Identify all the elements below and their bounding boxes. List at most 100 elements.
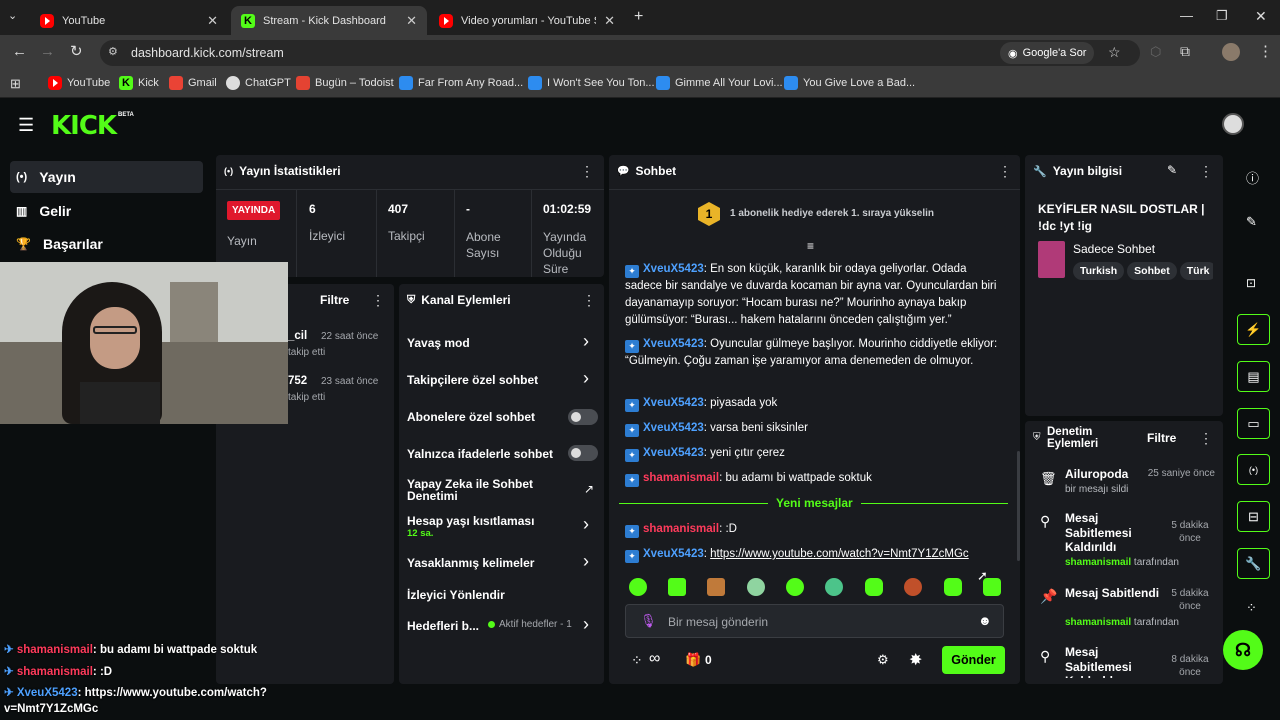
kick-logo[interactable]: KICK: [51, 111, 117, 141]
gift-box-icon[interactable]: 🎁: [685, 652, 701, 668]
mod-log-moderator[interactable]: shamanismail: [1065, 557, 1131, 568]
microphone-icon[interactable]: 🎙: [640, 613, 657, 629]
mod-log-entry[interactable]: Mesaj Sabitlemesi Kaldırıldı 5 dakika ön…: [1040, 511, 1215, 573]
emote-icon[interactable]: [629, 578, 647, 596]
filter-button[interactable]: Filtre: [1147, 431, 1176, 445]
chevron-right-icon[interactable]: ›: [583, 514, 589, 535]
tools-panel-button[interactable]: 🔧: [1237, 548, 1270, 579]
more-options-icon[interactable]: ⋮: [580, 163, 594, 180]
followers-only-row[interactable]: Takipçilere özel sohbet: [407, 373, 538, 387]
sidebar-item-basarilar[interactable]: 🏆 Başarılar: [10, 228, 203, 260]
quick-action-lightning-button[interactable]: ⚡: [1237, 314, 1270, 345]
bookmark-gmail[interactable]: Gmail: [169, 76, 217, 90]
new-tab-icon[interactable]: +: [634, 8, 643, 26]
support-headset-button[interactable]: ☊: [1223, 630, 1263, 670]
close-tab-icon[interactable]: ✕: [207, 13, 218, 29]
emote-icon[interactable]: [668, 578, 686, 596]
ai-moderation-row[interactable]: Yapay Zeka ile Sohbet Denetimi: [407, 478, 547, 502]
goals-row[interactable]: Hedefleri b...: [407, 619, 479, 633]
notes-button[interactable]: ▤: [1237, 361, 1270, 392]
chat-message[interactable]: ✦ XveuX5423: piyasada yok: [625, 395, 1005, 412]
edit-pencil-icon[interactable]: ✎: [1167, 163, 1177, 177]
chat-username[interactable]: shamanismail: [643, 472, 719, 484]
close-tab-icon[interactable]: ✕: [604, 13, 615, 29]
chat-username[interactable]: XveuX5423: [643, 422, 704, 434]
hamburger-menu-icon[interactable]: ☰: [18, 115, 34, 136]
screenshot-icon[interactable]: ⊡: [1246, 276, 1256, 290]
edit-pencil-icon[interactable]: ✎: [1246, 214, 1257, 230]
reload-icon[interactable]: ↻: [70, 42, 83, 60]
forward-icon[interactable]: →: [40, 43, 55, 60]
bookmark-song-2[interactable]: I Won't See You Ton...: [528, 76, 655, 90]
close-window-icon[interactable]: ✕: [1255, 8, 1267, 25]
chat-panel-button[interactable]: ▭: [1237, 408, 1270, 439]
emote-icon[interactable]: [707, 578, 725, 596]
chat-username[interactable]: XveuX5423: [643, 397, 704, 409]
sparkle-badge-icon[interactable]: ✸: [909, 650, 922, 670]
mod-log-entry[interactable]: Ailuropoda 25 saniye önce bir mesajı sil…: [1040, 467, 1215, 501]
emotes-only-toggle[interactable]: [568, 445, 598, 461]
apps-grid-icon[interactable]: ⊞: [10, 76, 21, 92]
channel-points-icon[interactable]: ⁘: [631, 652, 643, 669]
tab-youtube-studio[interactable]: Video yorumları - YouTube Stud ✕: [429, 6, 625, 35]
chat-message[interactable]: ✦ XveuX5423: yeni çıtır çerez: [625, 445, 1005, 462]
back-icon[interactable]: ←: [12, 43, 27, 60]
account-age-row[interactable]: Hesap yaşı kısıtlaması: [407, 514, 534, 528]
emote-icon[interactable]: [825, 578, 843, 596]
chevron-right-icon[interactable]: ›: [583, 331, 589, 352]
bookmark-star-icon[interactable]: ☆: [1108, 44, 1121, 61]
chevron-right-icon[interactable]: ›: [583, 551, 589, 572]
raid-row[interactable]: İzleyici Yönlendir: [407, 588, 505, 602]
tab-youtube[interactable]: YouTube ✕: [30, 6, 228, 35]
banned-words-row[interactable]: Yasaklanmış kelimeler: [407, 556, 534, 570]
site-info-icon[interactable]: ⚙: [108, 45, 118, 58]
more-options-icon[interactable]: ⋮: [1199, 430, 1213, 447]
bookmark-youtube[interactable]: YouTube: [48, 76, 110, 90]
emote-icon[interactable]: [786, 578, 804, 596]
chat-link[interactable]: https://www.youtube.com/watch?v=Nmt7Y1Zc…: [710, 548, 969, 560]
url-text[interactable]: dashboard.kick.com/stream: [131, 46, 284, 60]
bookmark-song-1[interactable]: Far From Any Road...: [399, 76, 523, 90]
emote-icon[interactable]: [865, 578, 883, 596]
send-button[interactable]: Gönder: [942, 646, 1005, 674]
bookmark-chatgpt[interactable]: ChatGPT: [226, 76, 291, 90]
mod-log-moderator[interactable]: shamanismail: [1065, 617, 1131, 628]
bookmark-song-4[interactable]: You Give Love a Bad...: [784, 76, 915, 90]
user-avatar[interactable]: [1222, 113, 1244, 135]
gift-leaderboard-banner[interactable]: 1 abonelik hediye ederek 1. sıraya yükse…: [730, 208, 934, 219]
sidebar-item-gelir[interactable]: ▥ Gelir: [10, 195, 203, 227]
more-options-icon[interactable]: ⋮: [371, 292, 385, 309]
chat-input[interactable]: 🎙 Bir mesaj gönderin ☻: [625, 604, 1004, 638]
chat-message[interactable]: ✦ XveuX5423: varsa beni siksinler: [625, 420, 1005, 437]
chat-username[interactable]: XveuX5423: [643, 338, 704, 350]
tab-search-icon[interactable]: ⌄: [8, 9, 17, 22]
more-options-icon[interactable]: ⋮: [998, 163, 1012, 180]
chat-scrollbar[interactable]: [1017, 451, 1020, 561]
tab-kick-dashboard[interactable]: K Stream - Kick Dashboard ✕: [231, 6, 427, 35]
chat-message[interactable]: ✦ XveuX5423: En son küçük, karanlık bir o…: [625, 261, 1005, 329]
lens-button[interactable]: ◉ Google'a Sor: [1000, 42, 1095, 64]
extensions-puzzle-icon[interactable]: ⧉: [1180, 43, 1190, 60]
more-options-icon[interactable]: ⋮: [582, 292, 596, 309]
emote-icon[interactable]: [904, 578, 922, 596]
chat-message[interactable]: ✦ shamanismail: :D: [625, 521, 1005, 538]
tag-chip[interactable]: Sohbet: [1127, 262, 1177, 280]
bookmark-song-3[interactable]: Gimme All Your Lovi...: [656, 76, 783, 90]
category-name[interactable]: Sadece Sohbet: [1073, 242, 1155, 256]
info-icon[interactable]: ⓘ: [1246, 168, 1259, 187]
profile-avatar[interactable]: [1222, 43, 1240, 61]
apps-icon[interactable]: ⁘: [1246, 600, 1257, 616]
chevron-right-icon[interactable]: ›: [583, 614, 589, 635]
subs-only-toggle[interactable]: [568, 409, 598, 425]
sidebar-item-yayin[interactable]: (•) Yayın: [10, 161, 203, 193]
bookmark-todoist[interactable]: Bugün – Todoist: [296, 76, 394, 90]
tag-chip[interactable]: Türk: [1179, 262, 1213, 280]
slow-mode-row[interactable]: Yavaş mod: [407, 336, 470, 350]
chat-username[interactable]: XveuX5423: [643, 447, 704, 459]
category-thumbnail[interactable]: [1038, 241, 1065, 278]
address-bar[interactable]: ⚙ dashboard.kick.com/stream ◉ Google'a S…: [100, 40, 1140, 66]
mod-log-entry[interactable]: Mesaj Sabitlemesi Kaldırıldı 8 dakika ön…: [1040, 645, 1215, 678]
emote-icon[interactable]: [944, 578, 962, 596]
chat-message[interactable]: ✦ XveuX5423: Oyuncular gülmeye başlıyor. …: [625, 336, 1005, 370]
mod-log-entry[interactable]: Mesaj Sabitlendi 5 dakika önce shamanism…: [1040, 586, 1215, 631]
